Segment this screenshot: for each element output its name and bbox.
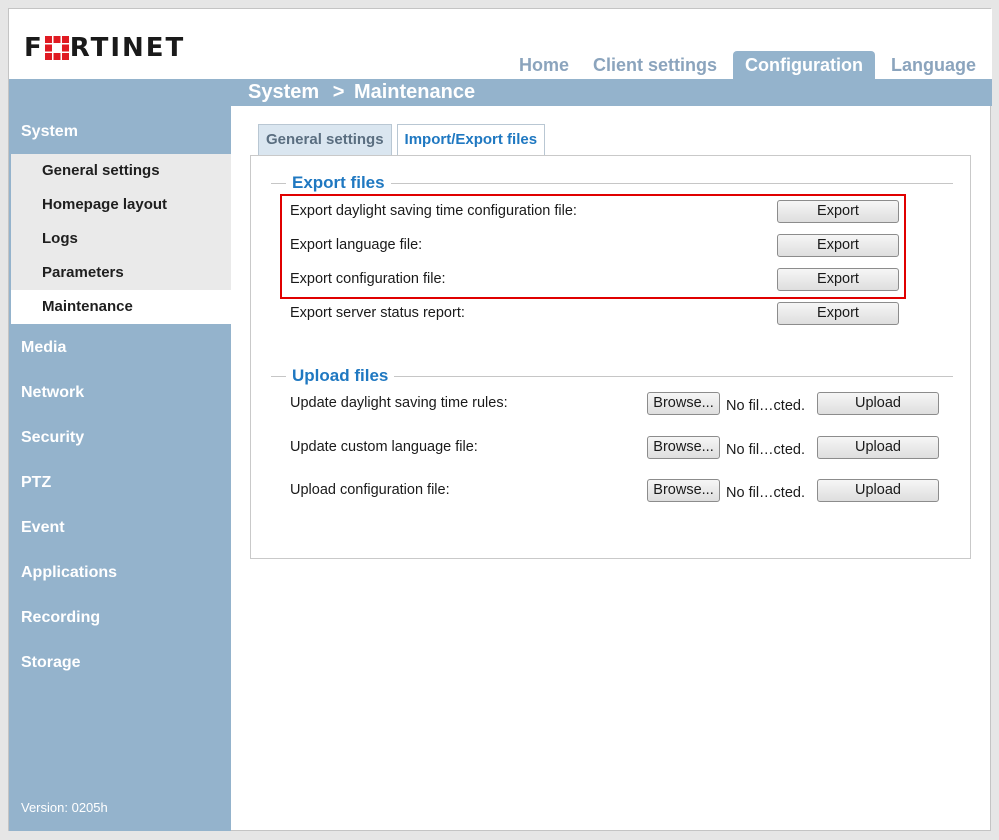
export-configuration-label: Export configuration file: [290,271,446,287]
sidebar-item-security[interactable]: Security [9,415,231,460]
subnav-item-logs[interactable]: Logs [11,222,231,256]
tab-language[interactable]: Language [879,51,988,80]
tab-client-settings[interactable]: Client settings [581,51,729,80]
upload-dst-label: Update daylight saving time rules: [290,395,508,411]
upload-row-dst: Update daylight saving time rules: Brows… [290,392,940,416]
sidebar: System General settings Homepage layout … [9,106,231,831]
sidebar-item-media[interactable]: Media [9,325,231,370]
breadcrumb-page: Maintenance [353,81,476,103]
breadcrumb-section: System [248,81,320,103]
subnav-item-parameters[interactable]: Parameters [11,256,231,290]
version-label: Version: 0205h [21,800,108,815]
breadcrumb-separator: > [332,81,345,103]
browse-dst-button[interactable]: Browse... [647,392,720,415]
upload-files-section: Upload files [271,366,953,386]
sidebar-item-storage[interactable]: Storage [9,640,231,685]
export-configuration-button[interactable]: Export [777,268,899,291]
language-file-status: No fil…cted. [726,442,805,458]
export-language-button[interactable]: Export [777,234,899,257]
export-language-label: Export language file: [290,237,423,253]
export-row-status-report: Export server status report: Export [290,302,940,326]
export-dst-label: Export daylight saving time configuratio… [290,203,577,219]
system-subnav: General settings Homepage layout Logs Pa… [11,154,231,324]
sidebar-item-event[interactable]: Event [9,505,231,550]
subnav-item-maintenance[interactable]: Maintenance [11,290,231,324]
export-status-report-label: Export server status report: [290,305,465,321]
fortinet-logo: F RTINET [24,33,186,63]
subtabs: General settings Import/Export files [258,124,550,156]
header: F RTINET Home Client settings Configurat… [9,9,992,80]
export-dst-button[interactable]: Export [777,200,899,223]
subnav-item-homepage-layout[interactable]: Homepage layout [11,188,231,222]
browse-language-button[interactable]: Browse... [647,436,720,459]
title-bar: System > Maintenance [9,79,992,106]
tab-home[interactable]: Home [507,51,581,80]
top-navigation: Home Client settings Configuration Langu… [507,50,988,80]
main-content: General settings Import/Export files Exp… [249,121,974,561]
upload-language-button[interactable]: Upload [817,436,939,459]
upload-language-label: Update custom language file: [290,439,478,455]
subtab-import-export-files[interactable]: Import/Export files [396,124,546,155]
upload-configuration-label: Upload configuration file: [290,482,450,498]
subtab-general-settings[interactable]: General settings [258,124,392,155]
logo-grid-icon [44,36,69,60]
configuration-file-status: No fil…cted. [726,485,805,501]
breadcrumb: System > Maintenance [248,79,475,106]
upload-dst-button[interactable]: Upload [817,392,939,415]
export-row-dst: Export daylight saving time configuratio… [290,200,940,224]
sidebar-item-system[interactable]: System [9,106,231,154]
export-files-title: Export files [286,173,391,193]
upload-files-title: Upload files [286,366,395,386]
export-row-language: Export language file: Export [290,234,940,258]
export-row-configuration: Export configuration file: Export [290,268,940,292]
browser-frame: F RTINET Home Client settings Configurat… [8,8,992,831]
sidebar-item-recording[interactable]: Recording [9,595,231,640]
settings-panel: Export files Export daylight saving time… [250,155,971,559]
sidebar-item-ptz[interactable]: PTZ [9,460,231,505]
export-files-section: Export files [271,173,953,193]
browse-configuration-button[interactable]: Browse... [647,479,720,502]
sidebar-item-applications[interactable]: Applications [9,550,231,595]
upload-row-configuration: Upload configuration file: Browse... No … [290,479,940,503]
dst-file-status: No fil…cted. [726,398,805,414]
tab-configuration[interactable]: Configuration [733,51,875,80]
export-status-report-button[interactable]: Export [777,302,899,325]
subnav-item-general-settings[interactable]: General settings [11,154,231,188]
upload-configuration-button[interactable]: Upload [817,479,939,502]
upload-row-language: Update custom language file: Browse... N… [290,436,940,460]
sidebar-item-network[interactable]: Network [9,370,231,415]
